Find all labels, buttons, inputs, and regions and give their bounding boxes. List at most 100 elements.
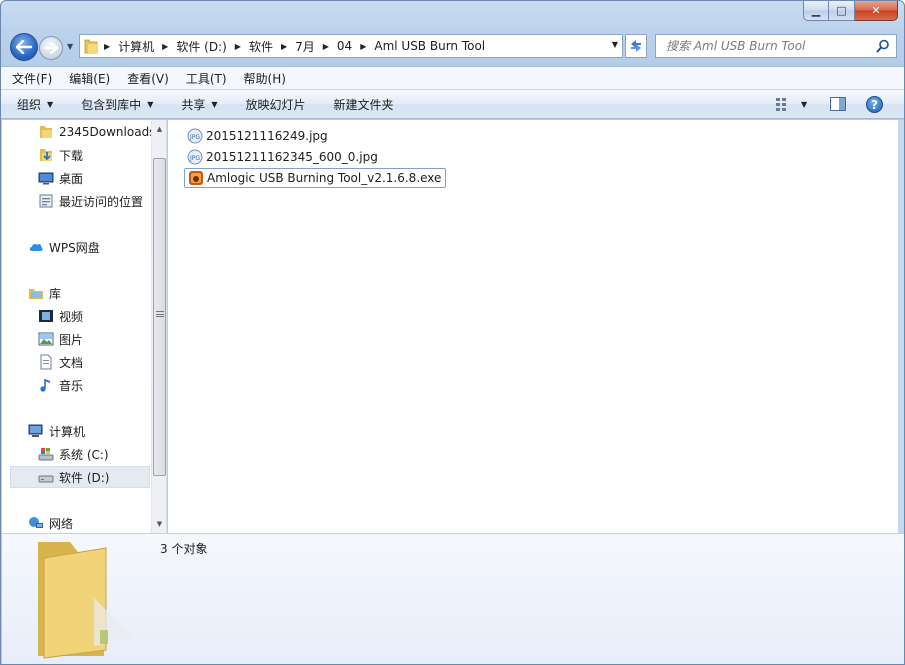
chevron-right-icon[interactable]: ▶: [358, 42, 368, 51]
organize-button[interactable]: 组织 ▼: [17, 96, 53, 113]
jpg-icon: JPG: [187, 149, 203, 165]
recent-places-icon: [39, 194, 53, 208]
network-icon: [29, 517, 43, 528]
scroll-up-arrow-icon[interactable]: ▲: [152, 122, 166, 136]
nav-item-2345downloads[interactable]: 2345Downloads: [38, 121, 155, 143]
chevron-right-icon[interactable]: ▶: [102, 42, 112, 51]
include-in-library-button[interactable]: 包含到库中 ▼: [81, 96, 153, 113]
file-item-selected[interactable]: Amlogic USB Burning Tool_v2.1.6.8.exe: [184, 168, 447, 188]
forward-button[interactable]: [39, 36, 63, 60]
nav-item-wps-cloud[interactable]: WPS网盘: [28, 236, 100, 258]
menu-edit[interactable]: 编辑(E): [69, 70, 110, 87]
help-icon[interactable]: ?: [866, 96, 883, 113]
exe-icon: [189, 171, 203, 185]
address-dropdown-icon[interactable]: ▼: [612, 40, 618, 49]
nav-label: 文档: [59, 355, 84, 370]
nav-item-documents[interactable]: 文档: [38, 351, 83, 373]
close-button[interactable]: ✕: [855, 1, 898, 21]
chevron-down-icon[interactable]: ▼: [801, 100, 807, 109]
folder-icon: [40, 126, 52, 138]
search-input[interactable]: [666, 39, 866, 53]
menu-help[interactable]: 帮助(H): [244, 70, 286, 87]
organize-label: 组织: [17, 97, 42, 112]
share-label: 共享: [181, 97, 206, 112]
refresh-icon: [631, 40, 641, 52]
nav-label: 桌面: [59, 171, 84, 186]
minimize-button[interactable]: ▁: [803, 1, 829, 21]
navigation-pane: 2345Downloads 下载 桌面 最近访问的位置 WPS网盘 库 视频 图…: [2, 120, 167, 533]
picture-icon: [38, 332, 54, 346]
file-list[interactable]: JPG 2015121116249.jpg JPG 20151211162345…: [168, 120, 898, 533]
chevron-right-icon[interactable]: ▶: [233, 42, 243, 51]
nav-item-music[interactable]: 音乐: [38, 374, 83, 396]
menu-view[interactable]: 查看(V): [127, 70, 169, 87]
nav-item-videos[interactable]: 视频: [38, 305, 83, 327]
chevron-down-icon: ▼: [211, 99, 218, 109]
change-view-button[interactable]: ▼: [775, 97, 807, 111]
view-options-icon: [776, 98, 786, 111]
svg-text:JPG: JPG: [189, 134, 200, 141]
address-row: ▼ ▶ 计算机 ▶ 软件 (D:) ▶ 软件 ▶ 7月 ▶ 04 ▶ Aml U…: [1, 29, 904, 65]
nav-label: 库: [49, 286, 62, 301]
nav-label: 网络: [49, 516, 74, 531]
window-controls: ▁ □ ✕: [803, 1, 898, 21]
large-folder-icon: [38, 542, 134, 659]
nav-item-computer[interactable]: 计算机: [28, 420, 85, 442]
breadcrumb-july[interactable]: 7月: [289, 38, 321, 55]
nav-item-network[interactable]: 网络: [28, 512, 73, 533]
file-item[interactable]: JPG 20151211162345_600_0.jpg: [184, 147, 381, 167]
menu-tools[interactable]: 工具(T): [186, 70, 227, 87]
refresh-button[interactable]: [625, 34, 647, 58]
breadcrumb-drive-d[interactable]: 软件 (D:): [170, 38, 232, 55]
breadcrumb-04[interactable]: 04: [331, 39, 358, 53]
nav-scrollbar[interactable]: ▲ ▼: [151, 120, 166, 533]
chevron-down-icon: ▼: [147, 99, 154, 109]
include-in-library-label: 包含到库中: [81, 97, 142, 112]
scroll-down-arrow-icon[interactable]: ▼: [152, 517, 166, 531]
chevron-right-icon[interactable]: ▶: [279, 42, 289, 51]
share-button[interactable]: 共享 ▼: [181, 96, 217, 113]
file-name: 20151211162345_600_0.jpg: [206, 150, 378, 164]
library-icon: [29, 289, 43, 299]
back-button[interactable]: [10, 33, 38, 61]
chevron-right-icon[interactable]: ▶: [160, 42, 170, 51]
nav-item-downloads[interactable]: 下载: [38, 144, 83, 166]
drive-icon: [38, 475, 54, 483]
nav-item-desktop[interactable]: 桌面: [38, 167, 83, 189]
svg-text:JPG: JPG: [189, 155, 200, 162]
nav-label: 音乐: [59, 378, 84, 393]
search-box[interactable]: [655, 34, 897, 58]
breadcrumb-software[interactable]: 软件: [243, 38, 279, 55]
nav-label: 计算机: [49, 424, 86, 439]
nav-item-recent-places[interactable]: 最近访问的位置: [38, 190, 143, 212]
maximize-button[interactable]: □: [829, 1, 855, 21]
nav-label: WPS网盘: [49, 240, 100, 255]
nav-item-drive-d[interactable]: 软件 (D:): [38, 466, 109, 488]
menu-file[interactable]: 文件(F): [12, 70, 52, 87]
preview-pane-icon: [830, 97, 846, 111]
back-arrow-icon: [16, 40, 32, 54]
item-count: 3 个对象: [160, 542, 208, 556]
breadcrumb[interactable]: ▶ 计算机 ▶ 软件 (D:) ▶ 软件 ▶ 7月 ▶ 04 ▶ Aml USB…: [79, 34, 623, 58]
search-icon[interactable]: [876, 39, 890, 53]
nav-item-pictures[interactable]: 图片: [38, 328, 83, 350]
chevron-right-icon[interactable]: ▶: [321, 42, 331, 51]
breadcrumb-computer[interactable]: 计算机: [112, 38, 160, 55]
recent-pages-dropdown-icon[interactable]: ▼: [67, 42, 73, 51]
system-drive-icon: [38, 448, 54, 461]
grip-icon: [156, 311, 164, 317]
nav-item-drive-c[interactable]: 系统 (C:): [38, 443, 109, 465]
nav-label: 图片: [59, 332, 84, 347]
details-pane: 3 个对象: [2, 533, 904, 664]
preview-pane-button[interactable]: [830, 97, 846, 114]
nav-label: 下载: [59, 148, 84, 163]
scroll-thumb[interactable]: [153, 158, 166, 476]
nav-label: 系统 (C:): [59, 447, 109, 462]
menu-bar: 文件(F) 编辑(E) 查看(V) 工具(T) 帮助(H): [1, 66, 904, 89]
forward-arrow-icon: [44, 42, 58, 54]
nav-item-libraries[interactable]: 库: [28, 282, 61, 304]
file-item[interactable]: JPG 2015121116249.jpg: [184, 126, 331, 146]
breadcrumb-current-folder[interactable]: Aml USB Burn Tool: [368, 39, 491, 53]
slideshow-button[interactable]: 放映幻灯片: [246, 96, 306, 113]
new-folder-button[interactable]: 新建文件夹: [334, 96, 394, 113]
